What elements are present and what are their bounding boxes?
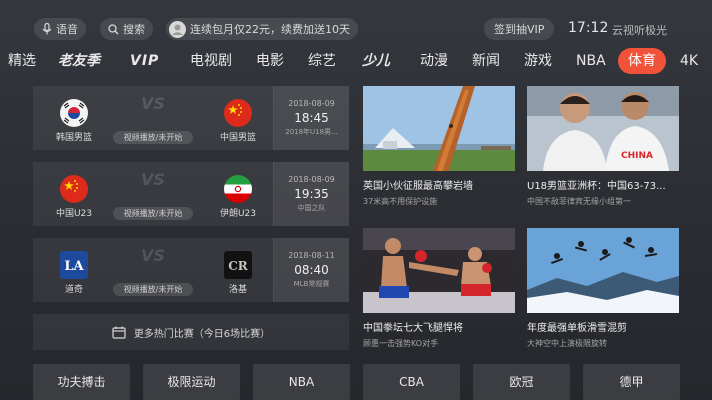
avatar	[169, 20, 186, 38]
vip-promo-banner[interactable]: 连续包月仅22元，续费加送10天	[166, 18, 358, 40]
match-time-box: 2018-08-09 18:45 2018年U18男...	[273, 86, 349, 150]
home-team: 中国U23	[39, 175, 109, 219]
nav-item-tv-series[interactable]: 电视剧	[190, 48, 232, 74]
nav-item-friends-season[interactable]: 老友季	[58, 48, 100, 74]
nav-item-featured[interactable]: 精选	[8, 48, 36, 74]
home-team-name: 韩国男篮	[55, 133, 92, 143]
category-bundesliga[interactable]: 德甲	[583, 364, 680, 400]
home-team-name: 道奇	[64, 285, 83, 295]
category-champions-league[interactable]: 欧冠	[473, 364, 570, 400]
nav-item-vip[interactable]: VIP	[130, 48, 159, 74]
vs-mark: VS	[141, 246, 165, 265]
microphone-icon	[42, 23, 52, 35]
away-team: 伊朗U23	[203, 175, 273, 219]
match-row[interactable]: LA 道奇 VS CR 洛基 视频播放/未开始 2018-08-11 08:40…	[33, 238, 349, 302]
iran-flag-icon	[224, 175, 252, 203]
match-time-box: 2018-08-09 19:35 中国之队	[273, 162, 349, 226]
match-date: 2018-08-09	[288, 99, 335, 108]
video-title: U18男篮亚洲杯：中国63-73...	[527, 181, 666, 192]
match-teams: 中国U23 VS 伊朗U23 视频播放/未开始	[33, 162, 273, 226]
home-team: 韩国男篮	[39, 99, 109, 143]
rockies-logo-icon: CR	[224, 251, 252, 279]
china-flag-icon	[224, 99, 252, 127]
match-league: MLB常规赛	[293, 280, 330, 288]
home-team-name: 中国U23	[55, 209, 93, 219]
nav-item-news[interactable]: 新闻	[472, 48, 500, 74]
match-row[interactable]: 中国U23 VS 伊朗U23 视频播放/未开始 2018-08-09 19:35…	[33, 162, 349, 226]
nav-item-anime[interactable]: 动漫	[420, 48, 448, 74]
svg-text:LA: LA	[64, 259, 84, 274]
match-date: 2018-08-09	[288, 175, 335, 184]
match-league: 中国之队	[297, 204, 326, 212]
home-team: LA 道奇	[39, 251, 109, 295]
dodgers-logo-icon: LA	[60, 251, 88, 279]
video-subtitle: 大神空中上演极限旋转	[527, 339, 607, 348]
match-row[interactable]: 韩国男篮 VS 中国男篮 视频播放/未开始 2018-08-09 18:45 2…	[33, 86, 349, 150]
nav-item-variety[interactable]: 综艺	[308, 48, 336, 74]
svg-text:CHINA: CHINA	[621, 151, 653, 161]
match-time: 08:40	[294, 263, 329, 277]
basketball-players-thumbnail: CHINA	[527, 86, 679, 171]
match-time: 19:35	[294, 187, 329, 201]
snowboarding-thumbnail	[527, 228, 679, 313]
category-cba[interactable]: CBA	[363, 364, 460, 400]
video-subtitle: 37米高不用保护设施	[363, 197, 438, 206]
video-title: 年度最强单板滑雪混剪	[527, 323, 627, 334]
brand-name: 云视听极光	[612, 24, 667, 37]
match-status-badge: 视频播放/未开始	[113, 283, 193, 296]
video-title: 中国拳坛七大飞腿悍将	[363, 323, 463, 334]
vs-mark: VS	[141, 170, 165, 189]
match-date: 2018-08-11	[288, 251, 335, 260]
category-nba[interactable]: NBA	[253, 364, 350, 400]
vip-sign-label: 签到抽VIP	[494, 23, 545, 36]
match-teams: 韩国男篮 VS 中国男篮 视频播放/未开始	[33, 86, 273, 150]
match-time-box: 2018-08-11 08:40 MLB常规赛	[273, 238, 349, 302]
kickboxing-thumbnail	[363, 228, 515, 313]
away-team-name: 中国男篮	[219, 133, 256, 143]
nav-item-games[interactable]: 游戏	[524, 48, 552, 74]
match-status-badge: 视频播放/未开始	[113, 131, 193, 144]
vs-mark: VS	[141, 94, 165, 113]
search-label: 搜索	[123, 23, 145, 36]
video-subtitle: 中国不敌菲律宾无缘小组第一	[527, 197, 631, 206]
top-bar: 语音 搜索 连续包月仅22元，续费加送10天 签到抽VIP 17:12 云视听极…	[0, 0, 712, 44]
china-flag-icon	[60, 175, 88, 203]
category-kungfu-fighting[interactable]: 功夫搏击	[33, 364, 130, 400]
match-teams: LA 道奇 VS CR 洛基 视频播放/未开始	[33, 238, 273, 302]
nav-item-4k[interactable]: 4K	[680, 48, 698, 74]
away-team-name: 伊朗U23	[219, 209, 257, 219]
category-extreme-sports[interactable]: 极限运动	[143, 364, 240, 400]
voice-button[interactable]: 语音	[34, 18, 86, 40]
more-matches-label: 更多热门比赛（今日6场比赛）	[133, 328, 271, 340]
nav-item-sports[interactable]: 体育	[618, 48, 666, 74]
clock: 17:12	[568, 20, 609, 36]
voice-label: 语音	[56, 23, 78, 36]
match-schedule: 韩国男篮 VS 中国男篮 视频播放/未开始 2018-08-09 18:45 2…	[33, 86, 349, 350]
svg-text:CR: CR	[228, 259, 249, 273]
nav-item-nba[interactable]: NBA	[576, 48, 606, 74]
video-card[interactable]: 中国拳坛七大飞腿悍将 顾惠一击强势KO对手	[363, 228, 515, 350]
video-card[interactable]: 英国小伙征服最高攀岩墙 37米高不用保护设施	[363, 86, 515, 208]
promo-text: 连续包月仅22元，续费加送10天	[190, 23, 350, 36]
away-team-name: 洛基	[228, 285, 247, 295]
calendar-icon	[112, 326, 126, 339]
match-league: 2018年U18男...	[285, 128, 338, 136]
climbing-wall-thumbnail	[363, 86, 515, 171]
search-icon	[108, 23, 119, 34]
nav-item-kids[interactable]: 少儿	[362, 48, 390, 74]
south-korea-flag-icon	[60, 99, 88, 127]
search-button[interactable]: 搜索	[100, 18, 153, 40]
match-time: 18:45	[294, 111, 329, 125]
nav-item-movies[interactable]: 电影	[256, 48, 284, 74]
match-status-badge: 视频播放/未开始	[113, 207, 193, 220]
more-matches-button[interactable]: 更多热门比赛（今日6场比赛）	[33, 314, 349, 350]
channel-nav: 精选 老友季 VIP 电视剧 电影 综艺 少儿 动漫 新闻 游戏 NBA 体育 …	[0, 46, 712, 74]
vip-sign-in-button[interactable]: 签到抽VIP	[484, 18, 555, 40]
video-card[interactable]: 年度最强单板滑雪混剪 大神空中上演极限旋转	[527, 228, 679, 350]
video-subtitle: 顾惠一击强势KO对手	[363, 339, 439, 348]
video-title: 英国小伙征服最高攀岩墙	[363, 181, 473, 192]
away-team: 中国男篮	[203, 99, 273, 143]
away-team: CR 洛基	[203, 251, 273, 295]
video-card[interactable]: CHINA U18男篮亚洲杯：中国63-73... 中国不敌菲律宾无缘小组第一	[527, 86, 679, 208]
